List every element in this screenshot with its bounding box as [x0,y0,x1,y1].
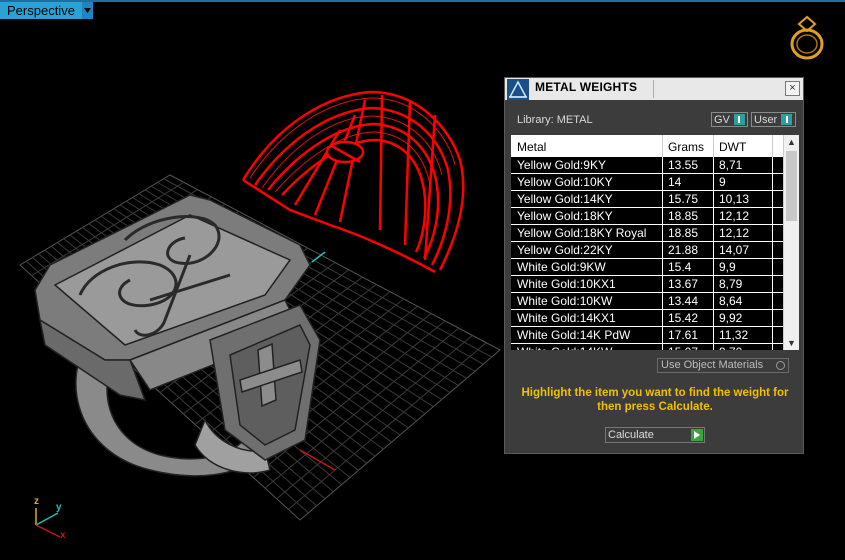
calculate-label: Calculate [608,429,654,441]
user-toggle-label: User [754,113,778,126]
ring-logo-icon [790,15,824,60]
close-button[interactable]: × [785,81,800,96]
metal-weights-panel[interactable]: METAL WEIGHTS × Library: METAL GV User M… [504,77,804,454]
cell-grams: 15.75 [668,192,699,206]
cell-metal: White Gold:14K PdW [517,328,631,342]
cell-metal: White Gold:14KW [517,345,612,350]
cell-metal: Yellow Gold:9KY [517,158,606,172]
cell-dwt: 9 [719,175,726,189]
table-row[interactable]: Yellow Gold:22KY 21.88 14,07 [511,242,783,259]
cell-grams: 14 [668,175,682,189]
cell-grams: 17.61 [668,328,699,342]
cell-dwt: 9,70 [719,345,742,350]
title-divider [653,80,654,98]
scroll-thumb[interactable] [786,151,797,221]
cell-metal: Yellow Gold:18KY [517,209,613,223]
scroll-up-icon[interactable]: ▲ [784,135,799,149]
cell-metal: Yellow Gold:22KY [517,243,613,257]
table-row[interactable]: White Gold:14K PdW 17.61 11,32 [511,327,783,344]
chevron-down-icon[interactable] [81,2,93,19]
gv-toggle[interactable]: GV [711,112,748,127]
viewport-label[interactable]: Perspective [0,2,93,19]
cell-grams: 21.88 [668,243,699,257]
viewport-name[interactable]: Perspective [0,2,82,19]
cell-dwt: 8,64 [719,294,743,308]
cell-grams: 15.07 [668,345,698,350]
column-header-grams[interactable]: Grams [668,140,704,154]
play-icon[interactable] [691,429,703,441]
cell-dwt: 12,12 [719,209,750,223]
gv-toggle-switch[interactable] [733,114,745,125]
instruction-text: Highlight the item you want to find the … [521,387,789,413]
cell-grams: 18.85 [668,226,699,240]
table-header: Metal Grams DWT [511,135,783,157]
cell-metal: White Gold:10KW [517,294,613,308]
cell-metal: Yellow Gold:14KY [517,192,613,206]
axis-label-y: y [56,502,62,513]
calculate-button[interactable]: Calculate [605,427,705,443]
column-header-metal[interactable]: Metal [517,140,546,154]
axis-label-z: z [34,496,39,507]
cell-metal: White Gold:9KW [517,260,606,274]
cell-grams: 15.42 [668,311,699,325]
axis-line-x [299,449,336,471]
cell-dwt: 14,07 [719,243,750,257]
use-object-materials-label: Use Object Materials [661,359,764,371]
table-body[interactable]: Yellow Gold:9KY 13.55 8,71 Yellow Gold:10KY… [511,157,783,350]
cell-grams: 15.4 [668,260,692,274]
cell-dwt: 12,12 [719,226,750,240]
table-row[interactable]: White Gold:10KX1 13.67 8,79 [511,276,783,293]
cell-dwt: 10,13 [719,192,750,206]
user-toggle[interactable]: User [751,112,796,127]
column-header-dwt[interactable]: DWT [719,140,746,154]
cell-metal: White Gold:10KX1 [517,277,616,291]
table-row[interactable]: Yellow Gold:18KY Royal 18.85 12,12 [511,225,783,242]
cell-dwt: 9,9 [719,260,736,274]
cell-metal: White Gold:14KX1 [517,311,616,325]
table-row[interactable]: White Gold:10KW 13.44 8,64 [511,293,783,310]
cell-grams: 13.67 [668,277,699,291]
metal-weights-icon [507,79,529,100]
cell-grams: 18.85 [668,209,699,223]
gv-toggle-label: GV [714,113,730,126]
cell-dwt: 8,71 [719,158,743,172]
cell-dwt: 9,92 [719,311,743,325]
panel-title: METAL WEIGHTS [535,80,638,94]
table-row[interactable]: Yellow Gold:10KY 14 9 [511,174,783,191]
table-scrollbar[interactable]: ▲ ▼ [783,135,799,350]
metal-table[interactable]: Metal Grams DWT Yellow Gold:9KY 13.55 8,71… [511,135,799,350]
table-row[interactable]: White Gold:14KX1 15.42 9,92 [511,310,783,327]
table-row[interactable]: Yellow Gold:14KY 15.75 10,13 [511,191,783,208]
axis-label-x: x [60,530,66,541]
cell-dwt: 8,79 [719,277,743,291]
cell-metal: Yellow Gold:18KY Royal [517,226,647,240]
use-object-materials-checkbox[interactable]: Use Object Materials [657,358,789,373]
table-row[interactable]: Yellow Gold:18KY 18.85 12,12 [511,208,783,225]
cell-dwt: 11,32 [719,328,749,342]
cell-grams: 13.44 [668,294,699,308]
library-label: Library: METAL [517,114,593,126]
table-row[interactable]: White Gold:14KW 15.07 9,70 [511,344,783,350]
table-row[interactable]: White Gold:9KW 15.4 9,9 [511,259,783,276]
cell-metal: Yellow Gold:10KY [517,175,613,189]
radio-icon[interactable] [776,361,785,370]
panel-titlebar[interactable]: METAL WEIGHTS × [505,78,803,100]
table-row[interactable]: Yellow Gold:9KY 13.55 8,71 [511,157,783,174]
ring-model [34,194,321,477]
cell-grams: 13.55 [668,158,699,172]
user-toggle-switch[interactable] [781,114,793,125]
scroll-down-icon[interactable]: ▼ [784,336,799,350]
